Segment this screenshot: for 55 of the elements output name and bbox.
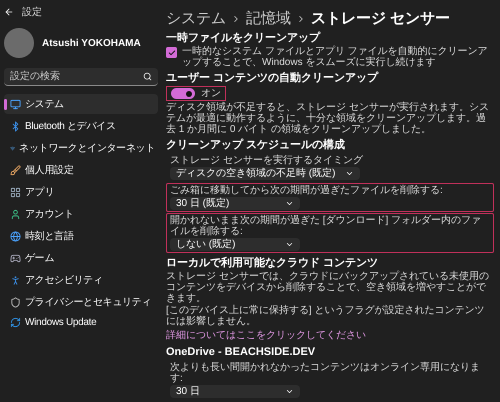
chevron-icon [285,199,294,208]
description-text: ストレージ センサーでは、クラウドにバックアップされている未使用のコンテンツをデバイスから削除することで、空き領域を増やすことができます。 [166,271,490,304]
section-heading: 一時ファイルをクリーンアップ [166,32,322,45]
sidebar-item[interactable]: 個人用設定 [4,160,158,180]
breadcrumb-item[interactable]: 記憶域 [246,10,291,28]
grid-icon [10,186,21,198]
sidebar-item[interactable]: プライバシーとセキュリティ [4,292,158,312]
sidebar-item[interactable]: アカウント [4,204,158,224]
checkbox-label: 一時的なシステム ファイルとアプリ ファイルを自動的にクリーンアップすることで、Windows をスムーズに実行し続けます [182,46,489,68]
section-heading: ローカルで利用可能なクラウド コンテンツ [166,257,380,270]
dropdown[interactable]: 30 日 (既定) [170,197,300,210]
refresh-icon [10,317,21,328]
section-heading: ユーザー コンテンツの自動クリーンアップ [166,72,380,85]
description-text: [このデバイス上に常に保持する] というフラグが設定されたコンテンツには影響しません。 [166,305,486,327]
dropdown[interactable]: 30 日 [170,385,300,398]
setting-label: ごみ箱に移動してから次の期間が過ぎたファイルを削除する: [170,185,444,196]
back-icon[interactable] [4,7,14,17]
setting-label: 次よりも長い間開かれなかったコンテンツはオンライン専用になります: [170,362,481,384]
sidebar-item[interactable]: Windows Update [4,314,158,331]
sidebar-item[interactable]: アクセシビリティ [4,270,158,290]
accessibility-icon [10,274,21,286]
brush-icon [10,164,21,176]
chevron-icon [285,387,294,396]
search-icon [143,72,152,81]
breadcrumb-item: ストレージ センサー [311,10,450,28]
bluetooth-icon [10,120,21,132]
toggle-switch[interactable] [171,88,195,99]
chevron-icon [285,240,294,249]
help-link[interactable]: 詳細についてはここをクリックしてください [166,328,494,342]
shield-icon [10,296,21,308]
person-icon [10,208,21,220]
dropdown[interactable]: ディスクの空き領域の不足時 (既定) [170,167,360,180]
checkbox[interactable] [166,47,177,58]
section-heading: クリーンアップ スケジュールの構成 [166,139,346,152]
breadcrumb-item[interactable]: システム [166,10,226,28]
dropdown[interactable]: しない (既定) [170,238,300,251]
globe-icon [10,230,21,242]
description-text: ディスク領域が不足すると、ストレージ センサーが実行されます。システムが最適に動作するように、十分な領域をクリーンアップします。過去 1 か月間に 0 バイト の領域をクリーンアップしました。 [166,102,490,135]
setting-label: 開かれないまま次の期間が過ぎた [ダウンロード] フォルダー内のファイルを削除する: [170,215,482,237]
sidebar-item[interactable]: 時刻と言語 [4,226,158,246]
sidebar-item[interactable]: システム [4,94,158,114]
section-heading: OneDrive - BEACHSIDE.DEV [166,346,316,359]
monitor-icon [10,98,21,110]
sidebar-item[interactable]: Bluetooth とデバイス [4,116,158,136]
account-name: Atsushi YOKOHAMA [42,38,141,48]
search-field[interactable]: 設定の検索 [4,68,158,86]
gamepad-icon [10,252,21,264]
window-title: 設定 [22,6,42,19]
sidebar-item[interactable]: ゲーム [4,248,158,268]
setting-label: ストレージ センサーを実行するタイミング [170,155,364,166]
sidebar-item[interactable]: ネットワークとインターネット [4,138,158,158]
toggle-label: オン [201,88,221,99]
chevron-icon [345,169,354,178]
avatar [4,28,34,58]
sidebar-item[interactable]: アプリ [4,182,158,202]
